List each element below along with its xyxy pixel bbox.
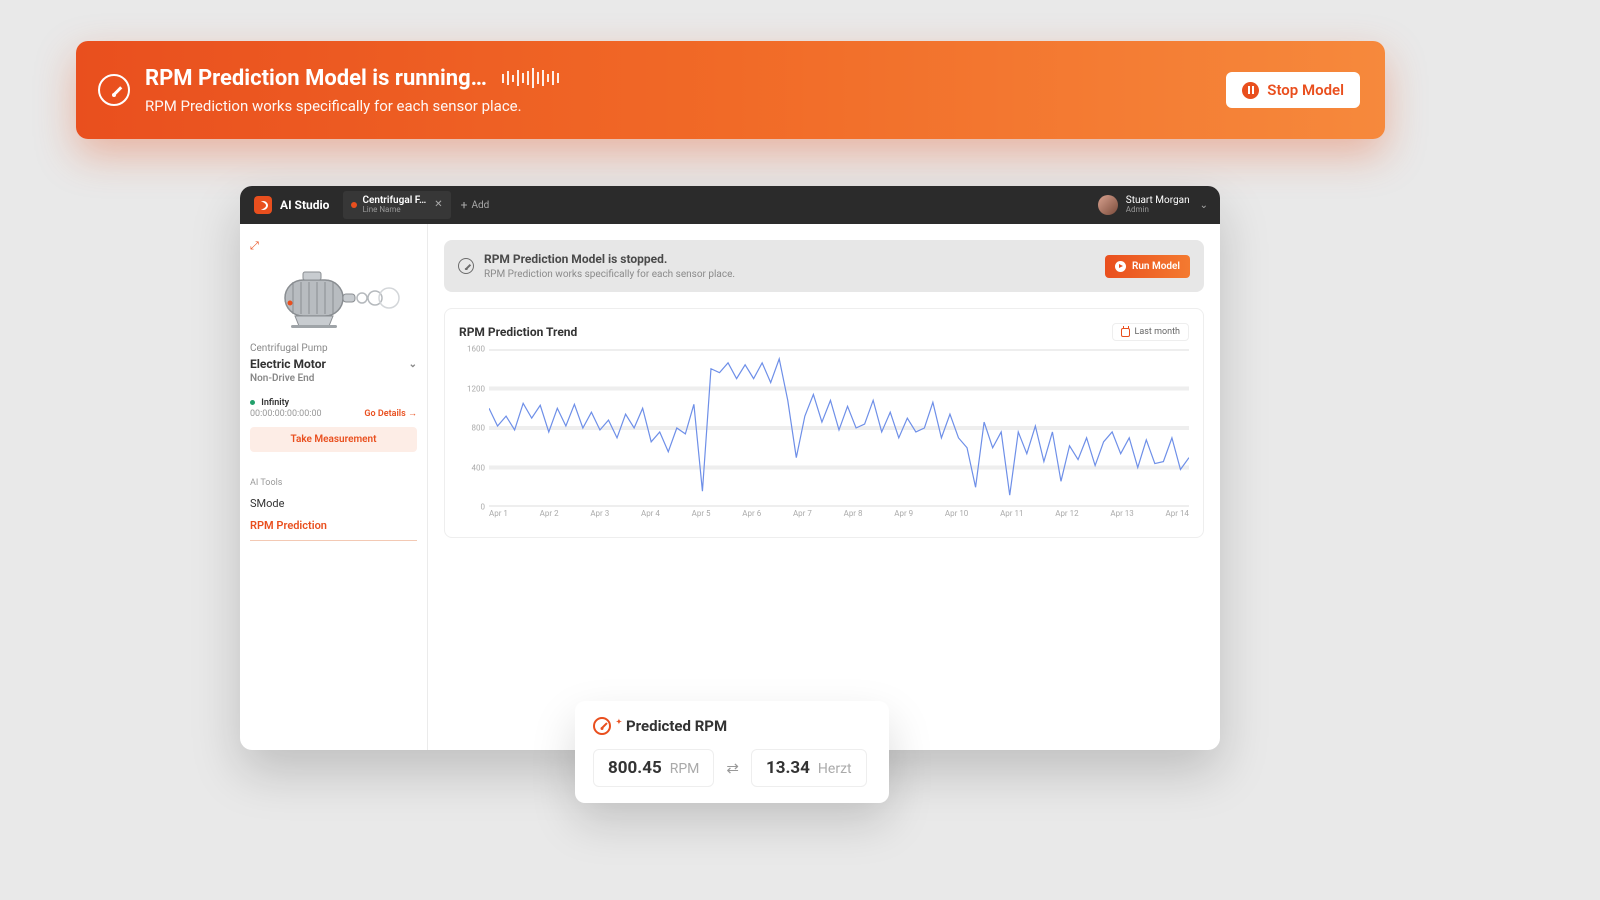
x-tick: Apr 8 xyxy=(844,509,863,527)
hz-value-box: 13.34 Herzt xyxy=(751,749,867,787)
stop-model-label: Stop Model xyxy=(1267,81,1344,99)
x-tick: Apr 2 xyxy=(540,509,559,527)
rpm-value: 800.45 xyxy=(608,758,662,778)
add-tab-button[interactable]: Add xyxy=(461,198,490,212)
app-name: AI Studio xyxy=(280,198,329,212)
x-tick: Apr 10 xyxy=(945,509,968,527)
x-tick: Apr 11 xyxy=(1000,509,1023,527)
status-time: 00:00:00:00:00:00 xyxy=(250,409,322,419)
x-tick: Apr 6 xyxy=(742,509,761,527)
asset-name: Electric Motor xyxy=(250,357,326,371)
tool-item-smode[interactable]: SMode xyxy=(250,497,417,510)
avatar xyxy=(1098,195,1118,215)
add-tab-label: Add xyxy=(471,200,489,211)
gauge-icon xyxy=(98,74,130,106)
gauge-icon xyxy=(593,717,611,735)
asset-position: Non-Drive End xyxy=(250,373,417,384)
banner-subtitle: RPM Prediction works specifically for ea… xyxy=(145,97,1226,115)
chevron-down-icon: ⌄ xyxy=(1200,200,1208,211)
date-range-button[interactable]: Last month xyxy=(1112,323,1189,341)
asset-illustration xyxy=(250,257,417,337)
title-bar: AI Studio Centrifugal F… Line Name ✕ Add… xyxy=(240,186,1220,224)
rpm-value-box: 800.45 RPM xyxy=(593,749,714,787)
user-role: Admin xyxy=(1126,206,1190,215)
main-content: RPM Prediction Model is stopped. RPM Pre… xyxy=(428,224,1220,750)
y-tick: 400 xyxy=(472,463,486,472)
user-menu[interactable]: Stuart Morgan Admin ⌄ xyxy=(1098,195,1208,215)
banner-text: RPM Prediction Model is running… RPM Pre… xyxy=(145,66,1226,115)
x-tick: Apr 3 xyxy=(590,509,609,527)
banner-title: RPM Prediction Model is running… xyxy=(145,66,487,91)
predicted-rpm-card: Predicted RPM 800.45 RPM ⇄ 13.34 Herzt xyxy=(575,701,889,803)
status-label: Infinity xyxy=(261,398,289,408)
play-icon xyxy=(1115,261,1126,272)
y-tick: 1600 xyxy=(467,345,485,354)
stopped-banner: RPM Prediction Model is stopped. RPM Pre… xyxy=(444,240,1204,292)
tab-subtitle: Line Name xyxy=(362,206,426,215)
x-tick: Apr 4 xyxy=(641,509,660,527)
x-tick: Apr 14 xyxy=(1166,509,1189,527)
date-range-label: Last month xyxy=(1135,327,1180,337)
x-tick: Apr 7 xyxy=(793,509,812,527)
sidebar: ⤢ Centrifugal Pump xyxy=(240,224,428,750)
chart-area: 040080012001600 Apr 1Apr 2Apr 3Apr 4Apr … xyxy=(459,349,1189,527)
expand-icon[interactable]: ⤢ xyxy=(250,239,259,252)
status-dot-icon xyxy=(351,202,357,208)
tab-close-icon[interactable]: ✕ xyxy=(434,199,442,210)
hz-unit: Herzt xyxy=(818,761,852,777)
stop-model-button[interactable]: Stop Model xyxy=(1226,72,1360,108)
gauge-icon xyxy=(458,258,474,274)
go-details-link[interactable]: Go Details → xyxy=(364,408,417,419)
chart-title: RPM Prediction Trend xyxy=(459,325,577,339)
status-dot-icon xyxy=(250,400,255,405)
asset-category: Centrifugal Pump xyxy=(250,343,417,354)
hz-value: 13.34 xyxy=(766,758,810,778)
running-banner: RPM Prediction Model is running… RPM Pre… xyxy=(76,41,1385,139)
sparkle-icon xyxy=(616,718,621,723)
swap-icon[interactable]: ⇄ xyxy=(726,759,739,777)
y-tick: 1200 xyxy=(467,384,485,393)
chart-card: RPM Prediction Trend Last month 0 400 800 1… xyxy=(444,308,1204,538)
tab-centrifugal[interactable]: Centrifugal F… Line Name ✕ xyxy=(343,191,450,219)
stopped-title: RPM Prediction Model is stopped. xyxy=(484,252,1105,266)
take-measurement-button[interactable]: Take Measurement xyxy=(250,427,417,452)
x-tick: Apr 5 xyxy=(692,509,711,527)
x-tick: Apr 1 xyxy=(489,509,508,527)
waveform-icon xyxy=(502,68,559,88)
pause-icon xyxy=(1242,82,1259,99)
y-tick: 0 xyxy=(481,503,486,512)
x-tick: Apr 13 xyxy=(1110,509,1133,527)
calendar-icon xyxy=(1121,328,1130,337)
ai-tools-heading: AI Tools xyxy=(250,478,417,488)
app-window: AI Studio Centrifugal F… Line Name ✕ Add… xyxy=(240,186,1220,750)
chart-plot xyxy=(489,349,1189,507)
run-model-label: Run Model xyxy=(1132,261,1180,272)
y-tick: 800 xyxy=(472,424,486,433)
x-tick: Apr 12 xyxy=(1055,509,1078,527)
app-logo-icon xyxy=(254,196,272,214)
tool-item-rpm-prediction[interactable]: RPM Prediction xyxy=(250,519,417,541)
chevron-down-icon: ⌄ xyxy=(409,359,417,370)
x-tick: Apr 9 xyxy=(894,509,913,527)
rpm-unit: RPM xyxy=(670,761,700,777)
stopped-subtitle: RPM Prediction works specifically for ea… xyxy=(484,269,1105,280)
predicted-title: Predicted RPM xyxy=(626,717,727,735)
asset-selector[interactable]: Electric Motor ⌄ xyxy=(250,357,417,371)
run-model-button[interactable]: Run Model xyxy=(1105,255,1190,278)
